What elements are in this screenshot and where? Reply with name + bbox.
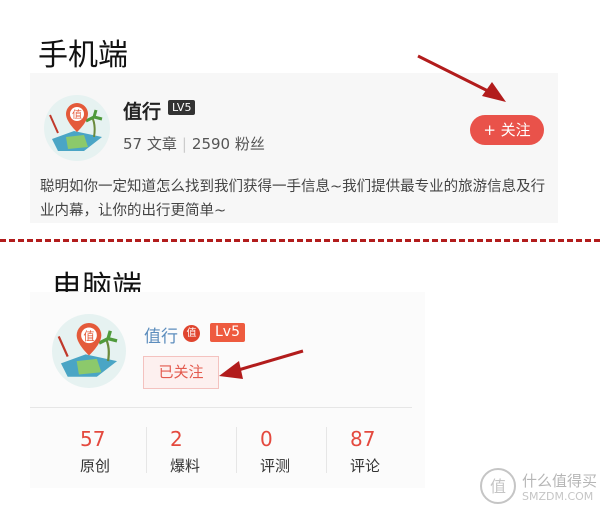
mobile-section-title: 手机端 [38,38,128,73]
stat-tipoff[interactable]: 2 爆料 [170,427,260,476]
svg-text:值: 值 [490,477,506,496]
watermark-text: 什么值得买 [522,472,598,490]
stat-value: 2 [170,427,183,451]
section-divider [0,239,600,242]
author-name[interactable]: 值行 [123,97,161,124]
stat-divider [236,427,237,473]
stat-label: 爆料 [170,457,201,475]
svg-text:值: 值 [72,108,82,121]
author-name[interactable]: 值行 [144,322,178,347]
author-description: 聪明如你一定知道怎么找到我们获得一手信息~我们提供最专业的旅游信息及行业内幕，让… [40,179,546,219]
stat-review[interactable]: 0 评测 [260,427,350,476]
stats-divider: | [181,135,187,153]
level-badge: Lv5 [210,323,245,342]
svg-text:值: 值 [83,330,94,343]
stat-label: 评论 [350,457,381,475]
stat-label: 原创 [80,457,111,475]
author-avatar[interactable]: 值 [44,95,110,161]
stat-value: 0 [260,427,273,451]
author-avatar[interactable]: 值 [52,314,126,388]
pc-author-card: 值 值行 值 Lv5 已关注 57 原创 2 爆料 0 评测 87 评论 [30,292,425,488]
watermark-domain: SMZDM.COM [522,490,594,503]
author-stats: 57 文章 | 2590 粉丝 [123,133,265,154]
value-badge-icon: 值 [183,325,200,342]
level-badge: LV5 [168,100,196,115]
stat-divider [326,427,327,473]
stat-value: 57 [80,427,106,451]
stat-label: 评测 [260,457,291,475]
article-count[interactable]: 57 文章 [123,135,177,153]
watermark-logo-icon: 值 [480,468,516,504]
stat-comment[interactable]: 87 评论 [350,427,440,476]
stat-value: 87 [350,427,376,451]
site-watermark: 值 什么值得买 SMZDM.COM [478,466,598,510]
followed-button[interactable]: 已关注 [143,356,219,389]
annotation-arrow-icon [219,349,304,379]
annotation-arrow-icon [417,54,506,102]
stat-original[interactable]: 57 原创 [80,427,170,476]
stat-divider [146,427,147,473]
fan-count[interactable]: 2590 粉丝 [192,135,265,153]
follow-button[interactable]: + 关注 [470,115,544,145]
stats-separator [30,407,412,408]
